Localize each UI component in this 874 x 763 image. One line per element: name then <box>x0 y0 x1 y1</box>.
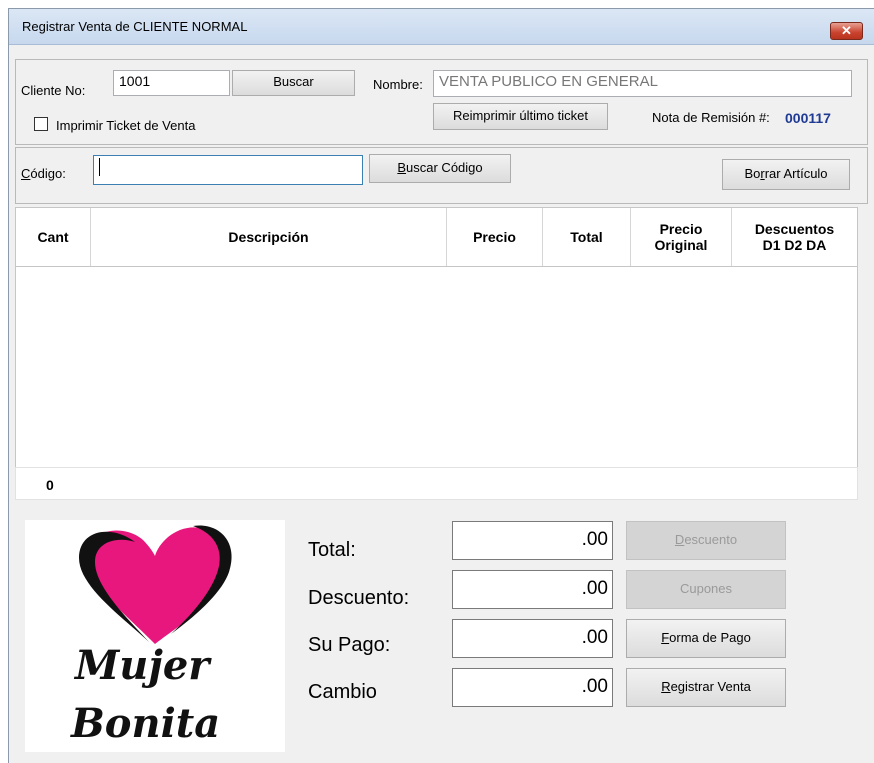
column-header-descuentos[interactable]: Descuentos D1 D2 DA <box>732 208 857 266</box>
logo-line-2: Bonita <box>71 700 221 747</box>
column-header-precio-original[interactable]: Precio Original <box>631 208 732 266</box>
note-label: Nota de Remisión #: <box>652 110 770 125</box>
print-ticket-label: Imprimir Ticket de Venta <box>56 118 196 133</box>
column-header-cant[interactable]: Cant <box>16 208 91 266</box>
window-title: Registrar Venta de CLIENTE NORMAL <box>22 19 248 34</box>
title-bar: Registrar Venta de CLIENTE NORMAL ✕ <box>9 9 874 45</box>
payment-value[interactable]: .00 <box>452 619 613 658</box>
print-ticket-checkbox[interactable] <box>34 117 48 131</box>
total-label: Total: <box>308 539 356 561</box>
items-grid-body[interactable] <box>15 267 858 467</box>
item-count: 0 <box>46 477 54 493</box>
column-header-total[interactable]: Total <box>543 208 631 266</box>
payment-form-button[interactable]: Forma de Pago <box>626 619 786 658</box>
discount-value: .00 <box>452 570 613 609</box>
logo-line-1: Mujer <box>75 642 210 689</box>
text-caret <box>99 158 100 177</box>
client-no-input[interactable]: 1001 <box>113 70 230 96</box>
code-input[interactable] <box>93 155 363 185</box>
items-grid-footer: 0 <box>15 467 858 500</box>
close-icon: ✕ <box>841 23 852 38</box>
close-button[interactable]: ✕ <box>830 22 863 40</box>
name-label: Nombre: <box>373 77 423 92</box>
brand-logo: Mujer Bonita <box>25 520 285 752</box>
note-number: 000117 <box>785 110 831 126</box>
client-no-label: Cliente No: <box>21 83 86 98</box>
search-code-button[interactable]: Buscar Código <box>369 154 511 183</box>
name-field[interactable]: VENTA PUBLICO EN GENERAL <box>433 70 852 97</box>
column-header-precio[interactable]: Precio <box>447 208 543 266</box>
change-label: Cambio <box>308 681 377 703</box>
items-grid-header: Cant Descripción Precio Total Precio Orig… <box>15 207 858 267</box>
coupons-button[interactable]: Cupones <box>626 570 786 609</box>
discount-label: Descuento: <box>308 587 410 609</box>
payment-label: Su Pago: <box>308 634 391 656</box>
change-value: .00 <box>452 668 613 707</box>
customer-group: Cliente No: 1001 Buscar Nombre: VENTA PU… <box>15 59 868 145</box>
register-sale-dialog: Registrar Venta de CLIENTE NORMAL ✕ Clie… <box>8 8 874 763</box>
reprint-ticket-button[interactable]: Reimprimir último ticket <box>433 103 608 130</box>
column-header-descripcion[interactable]: Descripción <box>91 208 447 266</box>
code-group: Código: Buscar Código Borrar Artículo <box>15 147 868 204</box>
discount-button[interactable]: Descuento <box>626 521 786 560</box>
search-client-button[interactable]: Buscar <box>232 70 355 96</box>
delete-item-button[interactable]: Borrar Artículo <box>722 159 850 190</box>
code-label: Código: <box>21 166 66 181</box>
heart-icon <box>79 525 232 644</box>
total-value: .00 <box>452 521 613 560</box>
register-sale-button[interactable]: Registrar Venta <box>626 668 786 707</box>
